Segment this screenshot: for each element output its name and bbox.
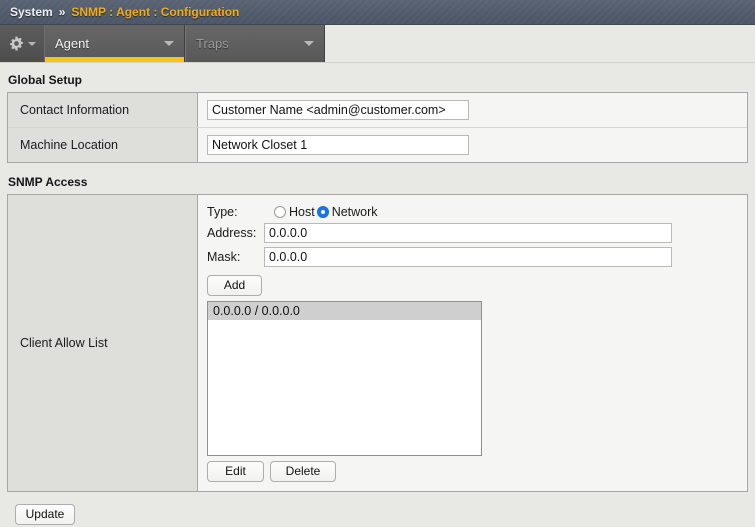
machine-location-input[interactable]: [207, 135, 469, 155]
global-setup-panel: Contact Information Machine Location: [7, 92, 748, 163]
type-line: Type: Host Network: [207, 205, 672, 219]
tab-bar: Agent Traps: [0, 25, 755, 63]
client-allow-list-form: Type: Host Network Address: 0.0.0.0 Mask…: [198, 195, 672, 491]
breadcrumb-root[interactable]: System: [10, 5, 53, 19]
breadcrumb-current: SNMP : Agent : Configuration: [71, 5, 240, 19]
chevron-down-icon: [304, 41, 314, 46]
radio-host-indicator: [274, 206, 286, 218]
address-line: Address:: [207, 223, 672, 243]
add-button[interactable]: Add: [207, 275, 262, 296]
breadcrumb-bar: System » SNMP : Agent : Configuration: [0, 0, 755, 25]
tab-agent-label: Agent: [55, 36, 89, 51]
table-row: Client Allow List Type: Host Network Add…: [8, 195, 747, 491]
gear-icon: [9, 36, 24, 51]
radio-network-label: Network: [331, 205, 378, 219]
radio-network-indicator: [316, 206, 329, 218]
client-allow-list-label: Client Allow List: [8, 195, 198, 491]
mask-input[interactable]: [264, 247, 672, 267]
tab-traps-label: Traps: [196, 36, 229, 51]
footer: Update: [7, 492, 748, 525]
address-label: Address:: [207, 226, 257, 240]
chevron-down-icon: [164, 41, 174, 46]
client-allow-listbox[interactable]: 0.0.0.0 / 0.0.0.0: [207, 301, 482, 456]
chevron-down-icon: [27, 41, 36, 46]
edit-button[interactable]: Edit: [207, 461, 264, 482]
contact-information-input[interactable]: [207, 100, 469, 120]
update-button[interactable]: Update: [15, 504, 75, 525]
table-row: Contact Information: [8, 93, 747, 128]
table-row: Machine Location: [8, 128, 747, 162]
contact-information-field-cell: [198, 93, 747, 127]
address-input[interactable]: [264, 223, 672, 243]
contact-information-label: Contact Information: [8, 93, 198, 127]
tab-agent[interactable]: Agent: [45, 25, 185, 62]
global-setup-title: Global Setup: [8, 73, 83, 87]
type-label: Type:: [207, 205, 238, 219]
machine-location-label: Machine Location: [8, 128, 198, 162]
snmp-access-title: SNMP Access: [8, 175, 88, 189]
breadcrumb-separator-icon: »: [58, 5, 66, 19]
list-actions: Edit Delete: [207, 461, 672, 482]
radio-host[interactable]: Host: [274, 205, 315, 219]
machine-location-field-cell: [198, 128, 747, 162]
radio-host-label: Host: [289, 205, 315, 219]
list-item[interactable]: 0.0.0.0 / 0.0.0.0: [208, 302, 481, 320]
tab-traps[interactable]: Traps: [185, 25, 325, 62]
radio-network[interactable]: Network: [316, 205, 378, 219]
mask-line: Mask:: [207, 247, 672, 267]
delete-button[interactable]: Delete: [270, 461, 336, 482]
settings-menu-button[interactable]: [0, 25, 45, 62]
mask-label: Mask:: [207, 250, 241, 264]
content-area: Global Setup Contact Information Machine…: [0, 63, 755, 525]
snmp-access-panel: Client Allow List Type: Host Network Add…: [7, 194, 748, 492]
